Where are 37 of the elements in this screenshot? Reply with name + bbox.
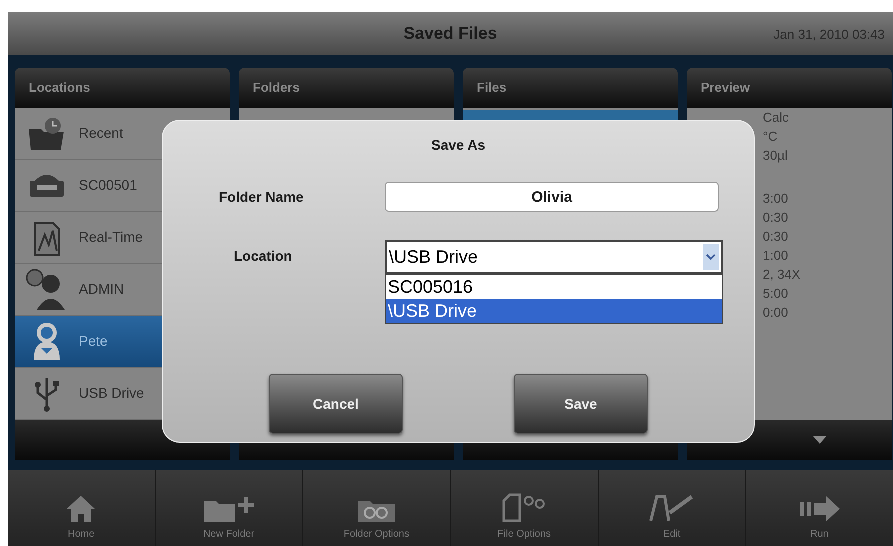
- toolbar-button[interactable]: New Folder: [154, 470, 302, 546]
- column-heading: Preview: [687, 68, 892, 108]
- preview-line: 1:00: [763, 247, 790, 265]
- folder-plus-icon: [202, 495, 256, 523]
- date-time: Jan 31, 2010 03:43: [774, 26, 885, 44]
- preview-line: 2, 34X: [763, 266, 802, 284]
- preview-line: 0:30: [763, 228, 790, 246]
- folder-name-field[interactable]: Olivia: [385, 182, 719, 212]
- preview-line: °C: [763, 128, 779, 146]
- toolbar-button[interactable]: Run: [745, 470, 893, 546]
- preview-line: Calc: [763, 109, 790, 127]
- pause-arrow-icon: [798, 495, 842, 523]
- dialog-button[interactable]: Save: [514, 374, 648, 434]
- column-heading: Folders: [239, 68, 454, 108]
- toolbar-button[interactable]: Home: [8, 470, 155, 546]
- column-heading: Locations: [15, 68, 230, 108]
- usb-icon: [34, 376, 60, 412]
- field-label: Location: [233, 247, 294, 266]
- toolbar-button[interactable]: Folder Options: [302, 470, 450, 546]
- window-title: Saved Files: [404, 22, 498, 45]
- dialog-title: Save As: [432, 136, 486, 155]
- location-dropdown[interactable]: \USB Drive: [385, 240, 723, 274]
- preview-line: 5:00: [763, 285, 790, 303]
- preview-line: 30µl: [763, 147, 789, 165]
- scroll-down-icon[interactable]: [812, 436, 826, 444]
- toolbar-button[interactable]: File Options: [450, 470, 598, 546]
- preview-line: 0:00: [763, 304, 790, 322]
- user-icon: [32, 322, 62, 362]
- chevron-down-icon[interactable]: [703, 244, 719, 270]
- home-icon: [66, 495, 96, 523]
- dropdown-option[interactable]: \USB Drive: [386, 299, 722, 323]
- preview-line: 0:30: [763, 209, 790, 227]
- dialog-button[interactable]: Cancel: [269, 374, 403, 434]
- column-heading: Files: [463, 68, 678, 108]
- folder-clock-icon: [27, 116, 67, 150]
- preview-line: 3:00: [763, 190, 790, 208]
- toolbar-button[interactable]: Edit: [598, 470, 746, 546]
